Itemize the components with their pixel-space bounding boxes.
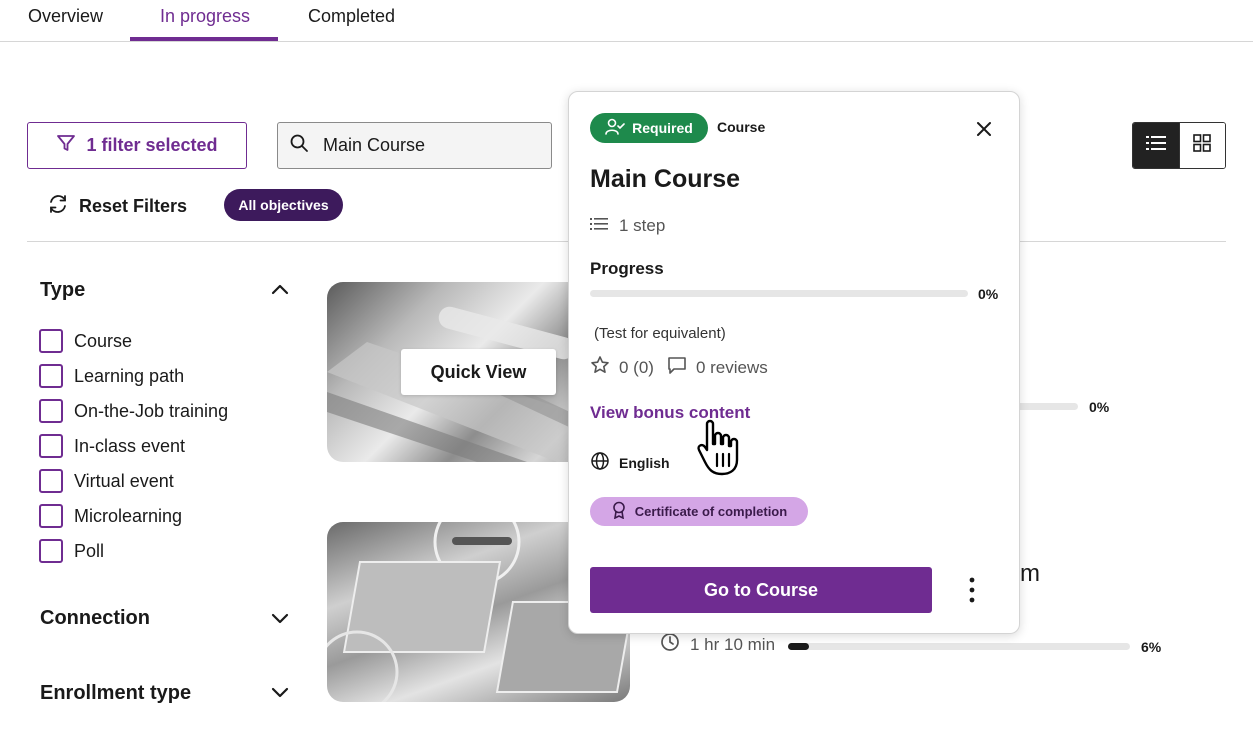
steps-count: 1 step bbox=[619, 216, 666, 235]
hand-pointer-cursor-icon bbox=[695, 418, 751, 478]
type-option-label: Course bbox=[74, 330, 133, 351]
type-option-label: Microlearning bbox=[74, 505, 183, 526]
type-option-course[interactable]: Course bbox=[39, 329, 132, 353]
tab-overview[interactable]: Overview bbox=[28, 6, 103, 27]
comment-icon bbox=[667, 355, 687, 380]
rating-value: 0 (0) bbox=[619, 357, 654, 377]
card2-duration-label: 1 hr 10 min bbox=[690, 634, 776, 654]
course-progress-percent: 0% bbox=[978, 286, 999, 302]
filter-icon bbox=[56, 133, 76, 158]
checkbox[interactable] bbox=[39, 434, 63, 458]
ribbon-award-icon bbox=[611, 501, 627, 522]
type-section-title: Type bbox=[40, 279, 86, 301]
card2-duration: 1 hr 10 min bbox=[660, 632, 775, 657]
certificate-label: Certificate of completion bbox=[634, 504, 788, 519]
search-field[interactable] bbox=[277, 122, 552, 169]
course-progress-bar bbox=[590, 290, 968, 297]
user-check-icon bbox=[605, 118, 625, 139]
globe-icon bbox=[590, 451, 610, 474]
close-icon[interactable] bbox=[973, 118, 995, 140]
checkbox[interactable] bbox=[39, 364, 63, 388]
connection-section-title: Connection bbox=[40, 607, 150, 629]
type-option-in-class-event[interactable]: In-class event bbox=[39, 434, 185, 458]
checkbox[interactable] bbox=[39, 504, 63, 528]
card1-progress-bar bbox=[1010, 403, 1078, 410]
go-to-course-button[interactable]: Go to Course bbox=[590, 567, 932, 613]
course-description: (Test for equivalent) bbox=[594, 325, 726, 342]
course-steps: 1 step bbox=[590, 216, 665, 236]
card2-progress-bar bbox=[788, 643, 1130, 650]
type-option-poll[interactable]: Poll bbox=[39, 539, 104, 563]
grid-icon bbox=[1193, 134, 1212, 157]
filter-button[interactable]: 1 filter selected bbox=[27, 122, 247, 169]
clock-icon bbox=[660, 632, 680, 657]
type-option-virtual-event[interactable]: Virtual event bbox=[39, 469, 174, 493]
type-option-label: On-the-Job training bbox=[74, 400, 229, 421]
card2-title-partial: m bbox=[1020, 560, 1040, 587]
type-option-label: Learning path bbox=[74, 365, 185, 386]
star-icon bbox=[590, 355, 610, 380]
course-rating: 0 (0) 0 reviews bbox=[590, 355, 768, 380]
course-type-label: Course bbox=[717, 119, 766, 135]
chevron-down-icon[interactable] bbox=[270, 608, 290, 628]
checkbox[interactable] bbox=[39, 539, 63, 563]
tab-in-progress[interactable]: In progress bbox=[160, 6, 250, 27]
type-option-label: Poll bbox=[74, 540, 105, 561]
list-view-button[interactable] bbox=[1133, 123, 1179, 168]
tab-bar: Overview In progress Completed bbox=[0, 0, 1253, 42]
grid-view-button[interactable] bbox=[1178, 123, 1225, 168]
tab-completed[interactable]: Completed bbox=[308, 6, 395, 27]
reset-filters-button[interactable]: Reset Filters bbox=[47, 193, 187, 220]
active-tab-indicator bbox=[130, 37, 278, 41]
language-label: English bbox=[619, 454, 670, 471]
course-title: Main Course bbox=[590, 165, 741, 193]
reviews-count[interactable]: 0 reviews bbox=[696, 358, 768, 378]
refresh-icon bbox=[47, 193, 69, 220]
more-options-icon[interactable] bbox=[964, 575, 980, 605]
course-language: English bbox=[590, 451, 670, 474]
card2-progress-fill bbox=[788, 643, 809, 650]
checkbox[interactable] bbox=[39, 469, 63, 493]
checkbox[interactable] bbox=[39, 399, 63, 423]
type-option-label: In-class event bbox=[74, 435, 186, 456]
card2-progress-percent: 6% bbox=[1141, 639, 1162, 655]
checkbox[interactable] bbox=[39, 329, 63, 353]
list-icon bbox=[1145, 135, 1166, 156]
type-option-on-the-job-training[interactable]: On-the-Job training bbox=[39, 399, 228, 423]
chevron-up-icon[interactable] bbox=[270, 280, 290, 300]
search-icon bbox=[289, 133, 309, 158]
required-label: Required bbox=[632, 120, 693, 136]
reset-filters-label: Reset Filters bbox=[79, 196, 188, 216]
course-quick-view-popover: Required Course Main Course 1 step Progr… bbox=[568, 91, 1020, 634]
progress-label: Progress bbox=[590, 259, 664, 278]
card1-progress-percent: 0% bbox=[1089, 399, 1110, 415]
type-option-label: Virtual event bbox=[74, 470, 174, 491]
search-input[interactable] bbox=[323, 135, 543, 156]
type-option-learning-path[interactable]: Learning path bbox=[39, 364, 184, 388]
required-badge: Required bbox=[590, 113, 708, 143]
chevron-down-icon[interactable] bbox=[270, 682, 290, 702]
quick-view-button[interactable]: Quick View bbox=[401, 349, 556, 395]
type-option-microlearning[interactable]: Microlearning bbox=[39, 504, 182, 528]
certificate-badge: Certificate of completion bbox=[590, 497, 808, 526]
filter-button-label: 1 filter selected bbox=[86, 135, 218, 155]
enrollment-type-section-title: Enrollment type bbox=[40, 682, 192, 704]
list-icon bbox=[590, 216, 608, 236]
view-toggle bbox=[1132, 122, 1226, 169]
objectives-chip[interactable]: All objectives bbox=[224, 189, 343, 221]
